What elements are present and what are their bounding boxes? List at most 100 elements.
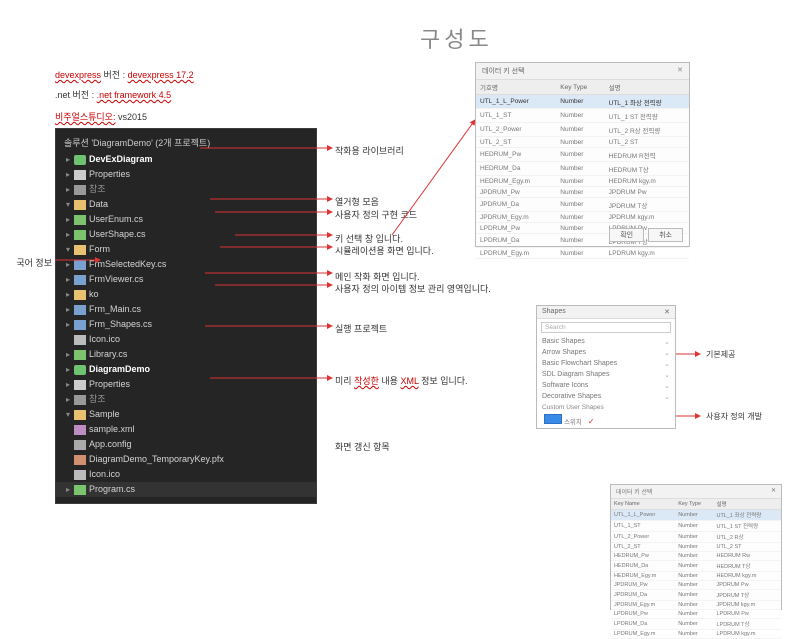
table-row[interactable]: UTL_2_PowerNumberUTL_2 R상 전력량 [476, 123, 689, 137]
file-icon [74, 485, 86, 495]
tree-item[interactable]: ▸ko [56, 287, 316, 302]
tree-item[interactable]: DiagramDemo_TemporaryKey.pfx [56, 452, 316, 467]
tree-item[interactable]: ▸참조 [56, 182, 316, 197]
expand-icon[interactable]: ▸ [64, 183, 72, 196]
col-key-type[interactable]: Key Type [675, 499, 713, 510]
tree-item[interactable]: App.config [56, 437, 316, 452]
table-row[interactable]: UTL_2_PowerNumberUTL_2 R상 [611, 532, 781, 543]
table-row[interactable]: HEDRUM_Egy.mNumberHEDRUM kgy.m [476, 176, 689, 187]
tree-item[interactable]: ▸Properties [56, 167, 316, 182]
close-icon[interactable]: ✕ [664, 308, 670, 316]
search-input[interactable]: Search [541, 322, 671, 333]
tree-item[interactable]: ▸ 참조 [56, 392, 316, 407]
expand-icon[interactable]: ▸ [64, 363, 72, 376]
shape-group[interactable]: Basic Shapes⌄ [537, 336, 675, 347]
table-row[interactable]: HEDRUM_PwNumberHEDRUM R전력 [476, 148, 689, 162]
expand-icon[interactable]: ▾ [64, 198, 72, 211]
shape-group[interactable]: SDL Diagram Shapes⌄ [537, 369, 675, 380]
table-row[interactable]: UTL_1_STNumberUTL_1 ST 전력량 [476, 109, 689, 123]
expand-icon[interactable]: ▸ [64, 378, 72, 391]
table-row[interactable]: UTL_2_STNumberUTL_2 ST [611, 543, 781, 552]
shape-group[interactable]: Decorative Shapes⌄ [537, 391, 675, 402]
expand-icon[interactable]: ▸ [64, 288, 72, 301]
expand-icon[interactable]: ▸ [64, 303, 72, 316]
close-icon[interactable]: ✕ [677, 66, 683, 76]
table-row[interactable]: UTL_2_STNumberUTL_2 ST [476, 137, 689, 148]
tree-item[interactable]: ▸ UserEnum.cs [56, 212, 316, 227]
expand-icon[interactable]: ▸ [64, 213, 72, 226]
tree-item[interactable]: ▸Properties [56, 377, 316, 392]
dialog-title: 데이터 키 선택 [482, 66, 525, 76]
tree-item[interactable]: ▸Program.cs [56, 482, 316, 497]
tree-item-label: UserEnum.cs [89, 213, 143, 226]
col-key-name[interactable]: 기호명 [476, 80, 556, 95]
table-row[interactable]: JPDRUM_Egy.mNumberJPDRUM kgy.m [611, 601, 781, 610]
tree-item[interactable]: ▾Form [56, 242, 316, 257]
table-row[interactable]: JPDRUM_DaNumberJPDRUM T상 [611, 590, 781, 601]
table-row[interactable]: UTL_1_L_PowerNumberUTL_1 좌상 전력량 [611, 510, 781, 521]
table-row[interactable]: HEDRUM_Egy.mNumberHEDRUM kgy.m [611, 572, 781, 581]
expand-icon[interactable]: ▸ [64, 273, 72, 286]
shape-group[interactable]: Basic Flowchart Shapes⌄ [537, 358, 675, 369]
tree-item-label: Data [89, 198, 108, 211]
expand-icon[interactable]: ▾ [64, 243, 72, 256]
tree-item-label: 참조 [89, 393, 106, 406]
tree-item[interactable]: ▸FrmViewer.cs [56, 272, 316, 287]
tree-item[interactable]: ▸Library.cs [56, 347, 316, 362]
file-icon [74, 395, 86, 405]
shape-group-label: Arrow Shapes [542, 349, 586, 357]
key-select-dialog-small[interactable]: 데이터 키 선택✕ Key Name Key Type 설명 UTL_1_L_P… [610, 484, 782, 610]
expand-icon[interactable]: ▸ [64, 318, 72, 331]
shape-group[interactable]: Software Icons⌄ [537, 380, 675, 391]
tree-item[interactable]: ▸DiagramDemo [56, 362, 316, 377]
tree-item[interactable]: ▸Frm_Main.cs [56, 302, 316, 317]
cancel-button[interactable]: 취소 [648, 228, 683, 242]
file-icon [74, 215, 86, 225]
expand-icon[interactable]: ▾ [64, 408, 72, 421]
expand-icon[interactable]: ▸ [64, 348, 72, 361]
expand-icon[interactable]: ▸ [64, 228, 72, 241]
close-icon[interactable]: ✕ [771, 487, 776, 496]
shape-group[interactable]: Arrow Shapes⌄ [537, 347, 675, 358]
tree-item[interactable]: ▾ Data [56, 197, 316, 212]
tree-item[interactable]: ▸DevExDiagram [56, 152, 316, 167]
col-key-name[interactable]: Key Name [611, 499, 675, 510]
tree-item[interactable]: ▸FrmSelectedKey.cs [56, 257, 316, 272]
table-row[interactable]: LPDRUM_PwNumberLPDRUM Pw [611, 610, 781, 619]
expand-icon[interactable]: ▸ [64, 483, 72, 496]
col-key-type[interactable]: Key Type [556, 80, 604, 95]
tree-item[interactable]: Icon.ico [56, 332, 316, 347]
shapes-panel[interactable]: Shapes✕ Search Basic Shapes⌄Arrow Shapes… [536, 305, 676, 429]
ok-button[interactable]: 확인 [609, 228, 644, 242]
solution-explorer[interactable]: 솔루션 'DiagramDemo' (2개 프로젝트) ▸DevExDiagra… [55, 128, 317, 504]
file-icon [74, 320, 86, 330]
table-row[interactable]: HEDRUM_DaNumberHEDRUM T상 [476, 162, 689, 176]
table-row[interactable]: JPDRUM_PwNumberJPDRUM Pw [476, 187, 689, 198]
tree-item[interactable]: ▾Sample [56, 407, 316, 422]
table-row[interactable]: JPDRUM_PwNumberJPDRUM Pw [611, 581, 781, 590]
tree-item[interactable]: ▸UserShape.cs [56, 227, 316, 242]
tree-item-label: DiagramDemo_TemporaryKey.pfx [89, 453, 224, 466]
left-annotation: 국어 정보 [2, 256, 52, 269]
table-row[interactable]: LPDRUM_Egy.mNumberLPDRUM kgy.m [611, 630, 781, 639]
table-row[interactable]: UTL_1_L_PowerNumberUTL_1 좌상 전력량 [476, 95, 689, 109]
table-row[interactable]: JPDRUM_Egy.mNumberJPDRUM kgy.m [476, 212, 689, 223]
table-row[interactable]: UTL_1_STNumberUTL_1 ST 전력량 [611, 521, 781, 532]
table-row[interactable]: JPDRUM_DaNumberJPDRUM T상 [476, 198, 689, 212]
key-select-dialog[interactable]: 데이터 키 선택 ✕ 기호명 Key Type 설명 UTL_1_L_PowerN… [475, 62, 690, 247]
expand-icon[interactable]: ▸ [64, 393, 72, 406]
expand-icon[interactable]: ▸ [64, 153, 72, 166]
custom-shape-swatch[interactable] [544, 414, 562, 424]
tree-item[interactable]: sample.xml [56, 422, 316, 437]
col-desc[interactable]: 설명 [605, 80, 689, 95]
table-row[interactable]: HEDRUM_DaNumberHEDRUM T상 [611, 561, 781, 572]
expand-icon[interactable]: ▸ [64, 258, 72, 271]
table-row[interactable]: LPDRUM_Egy.mNumberLPDRUM kgy.m [476, 248, 689, 259]
col-desc[interactable]: 설명 [713, 499, 781, 510]
table-row[interactable]: HEDRUM_PwNumberHEDRUM Rw [611, 552, 781, 561]
tree-item[interactable]: ▸Frm_Shapes.cs [56, 317, 316, 332]
key-table-small[interactable]: Key Name Key Type 설명 UTL_1_L_PowerNumber… [611, 499, 781, 639]
annotation-label: 사용자 정의 구현 코드 [335, 208, 417, 221]
tree-item[interactable]: Icon.ico [56, 467, 316, 482]
expand-icon[interactable]: ▸ [64, 168, 72, 181]
